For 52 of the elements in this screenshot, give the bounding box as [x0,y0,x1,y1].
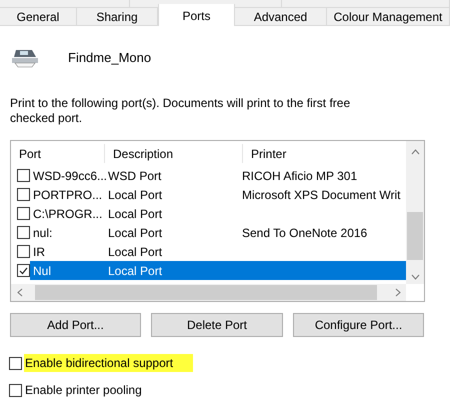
scroll-down-icon[interactable] [410,274,420,280]
checkbox[interactable] [9,384,22,396]
scrollbar-thumb[interactable] [35,285,377,300]
description-cell-text: Local Port [108,224,164,242]
scroll-left-icon[interactable] [17,288,23,297]
port-cell-text: nul: [32,224,54,242]
checkbox[interactable] [17,245,30,258]
table-row[interactable]: PORTPRO... Local Port Microsoft XPS Document Writ [30,185,406,204]
table-row[interactable]: Nul Local Port [30,261,406,280]
printer-cell-text: Microsoft XPS Document Writ [242,186,402,204]
scrollbar-thumb[interactable] [407,212,423,260]
description-cell-text: Local Port [108,262,164,280]
column-header[interactable]: Description [104,144,242,163]
scroll-right-icon[interactable] [395,288,401,297]
checkbox[interactable] [17,207,30,220]
port-cell-text: WSD-99cc6... [32,168,108,184]
port-button[interactable]: Add Port... [10,313,141,337]
tab[interactable]: Advanced [235,8,327,25]
port-cell-text: Nul [32,262,52,280]
option-label[interactable]: Enable bidirectional support [24,354,194,372]
checkbox[interactable] [17,188,30,201]
scroll-up-icon[interactable] [410,149,420,155]
description-cell-text: Local Port [108,186,164,204]
description-cell-text: Local Port [108,244,164,260]
checkbox[interactable] [17,226,30,239]
table-row[interactable]: IR Local Port [30,242,406,261]
port-button[interactable]: Configure Port... [293,313,424,337]
printer-cell-text: Send To OneNote 2016 [242,224,368,242]
vertical-scrollbar[interactable] [406,141,424,284]
printer-cell-text: RICOH Aficio MP 301 [242,168,358,184]
port-cell-text: IR [32,244,46,260]
table-row[interactable]: C:\PROGR... Local Port [30,204,406,223]
tab[interactable]: General [0,8,77,25]
tab[interactable]: Colour Management [327,8,450,25]
port-cell-text: C:\PROGR... [32,206,104,222]
instructions-text: Print to the following port(s). Documents will print to the first free checked port. [10,96,352,126]
checkbox[interactable] [17,264,30,277]
check-icon [19,266,28,274]
option-label[interactable]: Enable printer pooling [24,381,143,399]
checkbox[interactable] [17,169,30,182]
checkbox[interactable] [9,356,22,370]
tab[interactable]: Ports [158,4,235,26]
printer-name: Findme_Mono [68,49,152,68]
printer-icon [10,48,40,68]
description-cell-text: WSD Port [108,168,162,184]
horizontal-scrollbar[interactable] [11,284,406,301]
column-header[interactable]: Port [11,144,104,163]
table-row[interactable]: nul: Local Port Send To OneNote 2016 [30,223,406,242]
port-cell-text: PORTPRO... [32,186,104,204]
port-button[interactable]: Delete Port [151,313,283,337]
description-cell-text: Local Port [108,206,164,222]
table-row[interactable]: WSD-99cc6...WSD Port RICOH Aficio MP 301 [30,166,406,185]
